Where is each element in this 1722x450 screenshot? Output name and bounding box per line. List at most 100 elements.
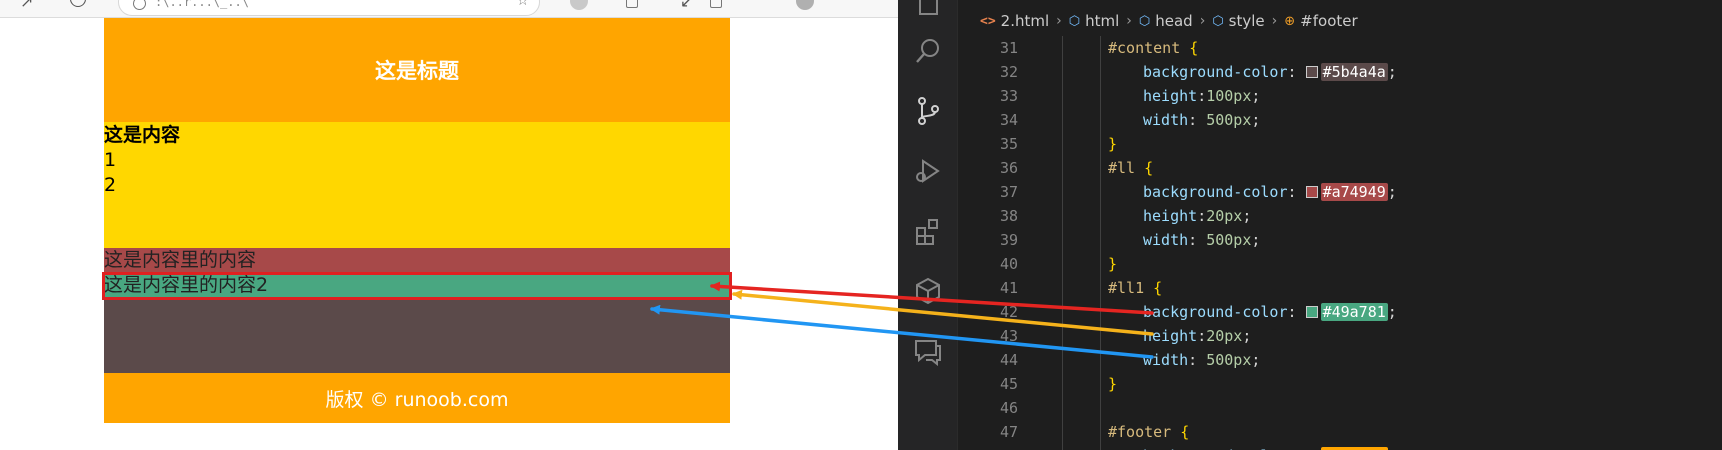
colon: : — [1188, 351, 1207, 369]
menu-heading: 这是内容 — [104, 124, 181, 146]
browser-toolbar: ↗ :\..r...\_..\ ☆ ↙ — [0, 0, 898, 18]
address-text[interactable]: :\..r...\_..\ — [155, 0, 249, 9]
menu-item: 1 — [104, 149, 117, 171]
code-text: } — [1108, 132, 1117, 156]
code-text: background-color: #FFA500; — [1143, 444, 1397, 450]
css-property: width — [1143, 351, 1189, 369]
comments-icon[interactable] — [913, 336, 943, 366]
color-swatch — [1305, 186, 1318, 198]
ll-block: 这是内容里的内容 — [104, 248, 730, 273]
extension-icon[interactable] — [570, 0, 588, 10]
code-line[interactable]: 48 background-color: #FFA500; — [958, 444, 1722, 450]
code-line[interactable]: 39 width: 500px; — [958, 228, 1722, 252]
code-text: width: 500px; — [1143, 348, 1260, 372]
open-brace: { — [1180, 39, 1199, 57]
page-footer: 版权 © runoob.com — [104, 373, 730, 423]
code-line[interactable]: 31 #content { — [958, 36, 1722, 60]
color-value: #49a781 — [1320, 303, 1388, 321]
color-swatch — [1305, 66, 1318, 78]
footer-text: 版权 © runoob.com — [325, 388, 509, 411]
css-property: background-color — [1143, 183, 1288, 201]
remote-explorer-icon[interactable] — [913, 276, 943, 306]
colon: : — [1287, 63, 1306, 81]
settings-icon[interactable] — [626, 0, 638, 8]
page-viewport: 这是标题 这是内容 1 2 这是内容里的内容 这是内容里的内容2 版权 © ru… — [0, 18, 898, 450]
code-line[interactable]: 46 — [958, 396, 1722, 420]
css-property: width — [1143, 231, 1189, 249]
address-bar[interactable]: :\..r...\_..\ ☆ — [118, 0, 540, 16]
open-brace: { — [1144, 279, 1163, 297]
line-number: 46 — [999, 399, 1018, 417]
semicolon: ; — [1387, 63, 1397, 81]
line-number: 43 — [999, 327, 1018, 345]
collections-icon[interactable] — [710, 0, 722, 8]
colon: : — [1197, 207, 1207, 225]
bookmark-icon[interactable]: ☆ — [516, 0, 529, 9]
line-number: 37 — [999, 183, 1018, 201]
code-line[interactable]: 45} — [958, 372, 1722, 396]
open-brace: { — [1171, 423, 1190, 441]
css-selector-icon: ⊕ — [1284, 13, 1296, 29]
code-line[interactable]: 34 width: 500px; — [958, 108, 1722, 132]
css-value: 100px — [1206, 87, 1252, 105]
code-text: height:100px; — [1143, 84, 1260, 108]
search-icon[interactable] — [913, 36, 943, 66]
code-line[interactable]: 36 #ll { — [958, 156, 1722, 180]
code-text: width: 500px; — [1143, 108, 1260, 132]
colon: : — [1188, 231, 1207, 249]
activity-bar — [898, 0, 958, 450]
line-number: 35 — [999, 135, 1018, 153]
run-debug-icon[interactable] — [913, 156, 943, 186]
code-area[interactable]: 31 #content {32 background-color: #5b4a4a;… — [958, 36, 1722, 450]
site-info-icon[interactable] — [133, 0, 146, 10]
chevron-right-icon: › — [1126, 13, 1132, 29]
breadcrumb-style[interactable]: ⬡ style — [1212, 12, 1264, 30]
css-selector: #footer — [1108, 423, 1172, 441]
line-number: 36 — [999, 159, 1018, 177]
code-line[interactable]: 42 background-color: #49a781; — [958, 300, 1722, 324]
code-line[interactable]: 37 background-color: #a74949; — [958, 180, 1722, 204]
chevron-right-icon: › — [1271, 13, 1278, 29]
breadcrumb-file[interactable]: <> 2.html — [980, 12, 1049, 30]
code-line[interactable]: 35} — [958, 132, 1722, 156]
semicolon: ; — [1251, 351, 1261, 369]
code-text: #ll { — [1108, 156, 1153, 180]
code-text: background-color: #a74949; — [1143, 180, 1397, 204]
css-value: 20px — [1206, 327, 1243, 345]
css-selector: #content — [1108, 39, 1181, 57]
explorer-icon[interactable] — [913, 0, 943, 18]
browser-window: ↗ :\..r...\_..\ ☆ ↙ 这是标题 这是内容 1 2 这是内容里的… — [0, 0, 898, 450]
chevron-right-icon: › — [1199, 13, 1206, 29]
code-text: #content { — [1108, 36, 1198, 60]
code-text: } — [1108, 252, 1117, 276]
css-property: width — [1143, 111, 1189, 129]
code-line[interactable]: 44 width: 500px; — [958, 348, 1722, 372]
code-line[interactable]: 32 background-color: #5b4a4a; — [958, 60, 1722, 84]
code-line[interactable]: 41 #ll1 { — [958, 276, 1722, 300]
profile-avatar[interactable] — [796, 0, 814, 10]
menu-item: 2 — [104, 174, 117, 196]
element-cube-icon: ⬡ — [1212, 13, 1224, 29]
color-swatch — [1305, 306, 1318, 318]
color-value: #5b4a4a — [1320, 63, 1388, 81]
code-line[interactable]: 40} — [958, 252, 1722, 276]
page-header: 这是标题 — [104, 18, 730, 122]
semicolon: ; — [1242, 207, 1252, 225]
breadcrumb-head[interactable]: ⬡ head — [1139, 12, 1193, 30]
source-control-icon[interactable] — [913, 96, 943, 126]
breadcrumb-footer[interactable]: ⊕ #footer — [1284, 12, 1357, 30]
code-line[interactable]: 43 height:20px; — [958, 324, 1722, 348]
code-line[interactable]: 47 #footer { — [958, 420, 1722, 444]
semicolon: ; — [1242, 327, 1252, 345]
back-icon[interactable]: ↗ — [20, 0, 33, 10]
code-line[interactable]: 33 height:100px; — [958, 84, 1722, 108]
html-file-icon: <> — [980, 13, 996, 29]
code-line[interactable]: 38 height:20px; — [958, 204, 1722, 228]
code-text: background-color: #5b4a4a; — [1143, 60, 1397, 84]
line-number: 34 — [999, 111, 1018, 129]
breadcrumb-html[interactable]: ⬡ html — [1069, 12, 1120, 30]
refresh-icon[interactable] — [70, 0, 86, 7]
pin-icon[interactable]: ↙ — [680, 0, 693, 10]
extensions-icon[interactable] — [913, 216, 943, 246]
color-value: #a74949 — [1320, 183, 1388, 201]
